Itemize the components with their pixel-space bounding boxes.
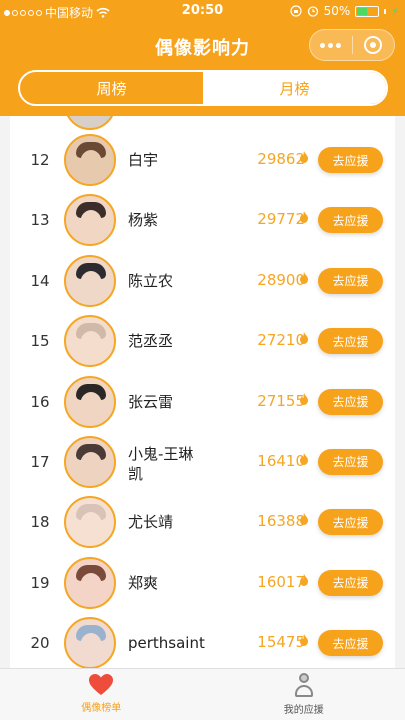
rank-number: 14 <box>30 271 50 290</box>
support-button[interactable]: 去应援 <box>318 448 383 475</box>
avatar <box>64 254 116 307</box>
avatar <box>64 134 116 186</box>
tab-monthly[interactable]: 月榜 <box>203 72 386 104</box>
flame-icon <box>299 151 309 166</box>
avatar <box>64 617 116 668</box>
ranking-tabs-bar: 周榜 月榜 <box>0 68 405 116</box>
list-item: 14 陈立农 28900 去应援 <box>10 251 395 311</box>
battery-icon <box>355 5 380 17</box>
lock-rotation-icon <box>289 5 302 17</box>
idol-name: 郑爽 <box>128 573 159 592</box>
list-item: 16 张云雷 27155 去应援 <box>10 372 395 432</box>
support-button[interactable]: 去应援 <box>318 267 383 294</box>
segmented-control: 周榜 月榜 <box>18 70 388 106</box>
idol-name: 杨紫 <box>128 211 159 230</box>
list-item: 12 白宇 29862 去应援 <box>10 130 395 190</box>
support-button[interactable]: 去应援 <box>318 388 383 415</box>
avatar <box>64 116 116 130</box>
avatar <box>64 375 116 428</box>
avatar <box>64 315 116 368</box>
status-bar: 中国移动 20:50 50% ⚡ <box>0 0 405 22</box>
rank-number: 17 <box>30 452 50 471</box>
bottom-tab-idol-ranking[interactable]: 偶像榜单 <box>0 669 203 720</box>
influence-score: 27210 <box>257 331 305 350</box>
flame-icon <box>299 392 309 408</box>
bottom-tab-bar: 偶像榜单 我的应援 <box>0 668 405 720</box>
rank-number: 16 <box>30 392 50 411</box>
flame-icon <box>299 513 309 528</box>
list-item: 20 perthsaint 15475 去应援 <box>10 613 395 668</box>
tab-weekly[interactable]: 周榜 <box>20 72 203 104</box>
rank-number: 18 <box>30 513 50 532</box>
support-button[interactable]: 去应援 <box>318 509 383 536</box>
support-button[interactable]: 去应援 <box>318 147 383 173</box>
bottom-tab-label: 我的应援 <box>283 705 324 716</box>
bottom-tab-my-support[interactable]: 我的应援 <box>203 669 405 720</box>
avatar <box>64 556 116 609</box>
idol-name: 张云雷 <box>128 392 174 411</box>
influence-score: 29772 <box>257 210 305 229</box>
influence-score: 27155 <box>257 391 305 410</box>
flame-icon <box>299 573 309 589</box>
battery-percent: 50% <box>323 4 351 18</box>
support-button[interactable]: 去应援 <box>318 630 383 657</box>
idol-name: perthsaint <box>128 634 205 653</box>
target-circle-icon[interactable] <box>352 36 394 54</box>
rank-number: 15 <box>30 332 50 351</box>
support-button[interactable]: 去应援 <box>318 569 383 596</box>
nav-bar: 偶像影响力 <box>0 22 405 68</box>
idol-name: 白宇 <box>128 151 159 169</box>
flame-icon <box>299 332 309 347</box>
influence-score: 29862 <box>257 150 305 168</box>
idol-name: 范丞丞 <box>128 332 174 351</box>
flame-icon <box>299 634 309 649</box>
influence-score: 16017 <box>257 572 305 591</box>
battery-tip <box>384 8 387 14</box>
ranking-rows: 12 白宇 29862 去应援 13 杨紫 29772 去应援 14 陈立农 28900 去应援 15 范… <box>10 130 395 668</box>
influence-score: 16388 <box>257 512 305 531</box>
list-item: 19 郑爽 16017 去应援 <box>10 553 395 613</box>
more-dots-icon[interactable] <box>310 42 352 48</box>
support-button[interactable]: 去应援 <box>318 207 383 234</box>
list-item: 13 杨紫 29772 去应援 <box>10 190 395 250</box>
influence-score: 15475 <box>257 633 305 652</box>
flame-icon <box>299 271 309 287</box>
support-button[interactable]: 去应援 <box>318 328 383 355</box>
idol-name: 陈立农 <box>128 271 174 290</box>
status-right: 50% ⚡ <box>289 4 399 18</box>
heart-icon <box>89 674 114 695</box>
influence-score: 28900 <box>257 270 305 289</box>
ranking-list[interactable]: 12 白宇 29862 去应援 13 杨紫 29772 去应援 14 陈立农 28900 去应援 15 范… <box>10 116 395 668</box>
rank-number: 13 <box>30 211 50 230</box>
rank-number: 20 <box>30 634 50 653</box>
list-item: 15 范丞丞 27210 去应援 <box>10 311 395 371</box>
mini-program-capsule <box>309 29 395 61</box>
avatar <box>64 194 116 247</box>
avatar <box>64 496 116 549</box>
avatar <box>64 435 116 488</box>
bottom-tab-label: 偶像榜单 <box>81 703 122 714</box>
person-icon <box>293 673 315 699</box>
charging-icon: ⚡ <box>391 4 399 18</box>
alarm-icon <box>307 6 318 17</box>
rank-number: 12 <box>30 151 50 169</box>
list-item: 17 小鬼-王琳凯 16410 去应援 <box>10 432 395 492</box>
flame-icon <box>299 452 309 468</box>
rank-number: 19 <box>30 573 50 592</box>
flame-icon <box>299 211 309 226</box>
list-item: 18 尤长靖 16388 去应援 <box>10 492 395 552</box>
influence-score: 16410 <box>257 451 305 470</box>
idol-name: 小鬼-王琳凯 <box>128 444 194 483</box>
idol-name: 尤长靖 <box>128 513 174 532</box>
